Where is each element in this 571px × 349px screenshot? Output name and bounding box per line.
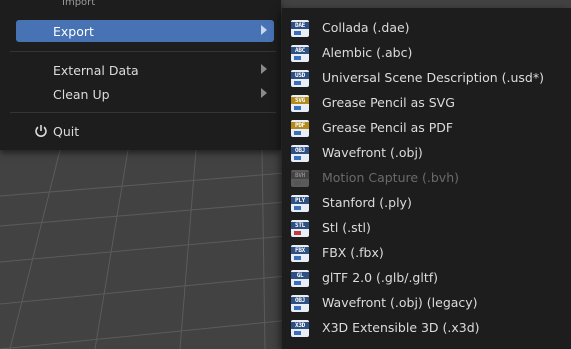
import-menu-item-partial[interactable]: Import (62, 0, 95, 8)
export-item-fbx[interactable]: FBX FBX (.fbx) (286, 241, 569, 266)
menu-item-label: Quit (53, 123, 80, 139)
export-item-stl[interactable]: STL Stl (.stl) (286, 216, 569, 241)
export-item-wavefront-obj[interactable]: OBJ Wavefront (.obj) (286, 141, 569, 166)
menu-item-export[interactable]: Export (16, 20, 274, 42)
menu-item-label: External Data (53, 62, 139, 78)
obj-file-icon: OBJ (291, 145, 309, 162)
collada-file-icon: DAE (291, 20, 309, 37)
export-item-label: X3D Extensible 3D (.x3d) (322, 320, 480, 335)
export-item-label: Stl (.stl) (322, 220, 371, 235)
export-item-gltf[interactable]: GL glTF 2.0 (.glb/.gltf) (286, 266, 569, 291)
export-item-label: FBX (.fbx) (322, 245, 384, 260)
menu-item-label: Clean Up (53, 86, 110, 102)
export-item-label: Motion Capture (.bvh) (322, 170, 460, 185)
export-item-label: Wavefront (.obj) (legacy) (322, 295, 478, 310)
export-item-label: Grease Pencil as PDF (322, 120, 454, 135)
usd-file-icon: USD (291, 70, 309, 87)
export-item-label: Universal Scene Description (.usd*) (322, 70, 544, 85)
export-item-x3d[interactable]: X3D X3D Extensible 3D (.x3d) (286, 316, 569, 341)
menu-separator (10, 112, 276, 113)
export-item-collada[interactable]: DAE Collada (.dae) (286, 16, 569, 41)
export-item-label: glTF 2.0 (.glb/.gltf) (322, 270, 439, 285)
export-item-label: Grease Pencil as SVG (322, 95, 455, 110)
export-item-stanford-ply[interactable]: PLY Stanford (.ply) (286, 191, 569, 216)
submenu-arrow-icon (261, 64, 267, 74)
ply-file-icon: PLY (291, 195, 309, 212)
export-item-grease-pencil-pdf[interactable]: PDF Grease Pencil as PDF (286, 116, 569, 141)
menu-item-external-data[interactable]: External Data (16, 59, 274, 81)
export-item-grease-pencil-svg[interactable]: SVG Grease Pencil as SVG (286, 91, 569, 116)
obj-legacy-file-icon: OBJ (291, 295, 309, 312)
export-item-label: Wavefront (.obj) (322, 145, 423, 160)
export-item-label: Collada (.dae) (322, 20, 410, 35)
export-submenu: DAE Collada (.dae) ABC Alembic (.abc) US… (282, 8, 571, 349)
export-item-alembic[interactable]: ABC Alembic (.abc) (286, 41, 569, 66)
menu-item-quit[interactable]: Quit (16, 120, 274, 142)
stl-file-icon: STL (291, 220, 309, 237)
menu-item-label: Export (53, 23, 94, 39)
export-item-motion-capture: BVH Motion Capture (.bvh) (286, 166, 569, 191)
alembic-file-icon: ABC (291, 45, 309, 62)
bvh-file-icon: BVH (291, 170, 309, 187)
export-item-label: Stanford (.ply) (322, 195, 412, 210)
gltf-file-icon: GL (291, 270, 309, 287)
export-item-wavefront-obj-legacy[interactable]: OBJ Wavefront (.obj) (legacy) (286, 291, 569, 316)
pdf-file-icon: PDF (291, 120, 309, 137)
export-item-usd[interactable]: USD Universal Scene Description (.usd*) (286, 66, 569, 91)
svg-file-icon: SVG (291, 95, 309, 112)
x3d-file-icon: X3D (291, 320, 309, 337)
submenu-arrow-icon (261, 25, 267, 35)
export-item-label: Alembic (.abc) (322, 45, 413, 60)
submenu-arrow-icon (261, 88, 267, 98)
power-icon (35, 125, 47, 137)
file-menu: Import Export External Data Clean Up Qui… (0, 0, 281, 150)
menu-separator (10, 51, 276, 52)
fbx-file-icon: FBX (291, 245, 309, 262)
menu-item-clean-up[interactable]: Clean Up (16, 83, 274, 105)
